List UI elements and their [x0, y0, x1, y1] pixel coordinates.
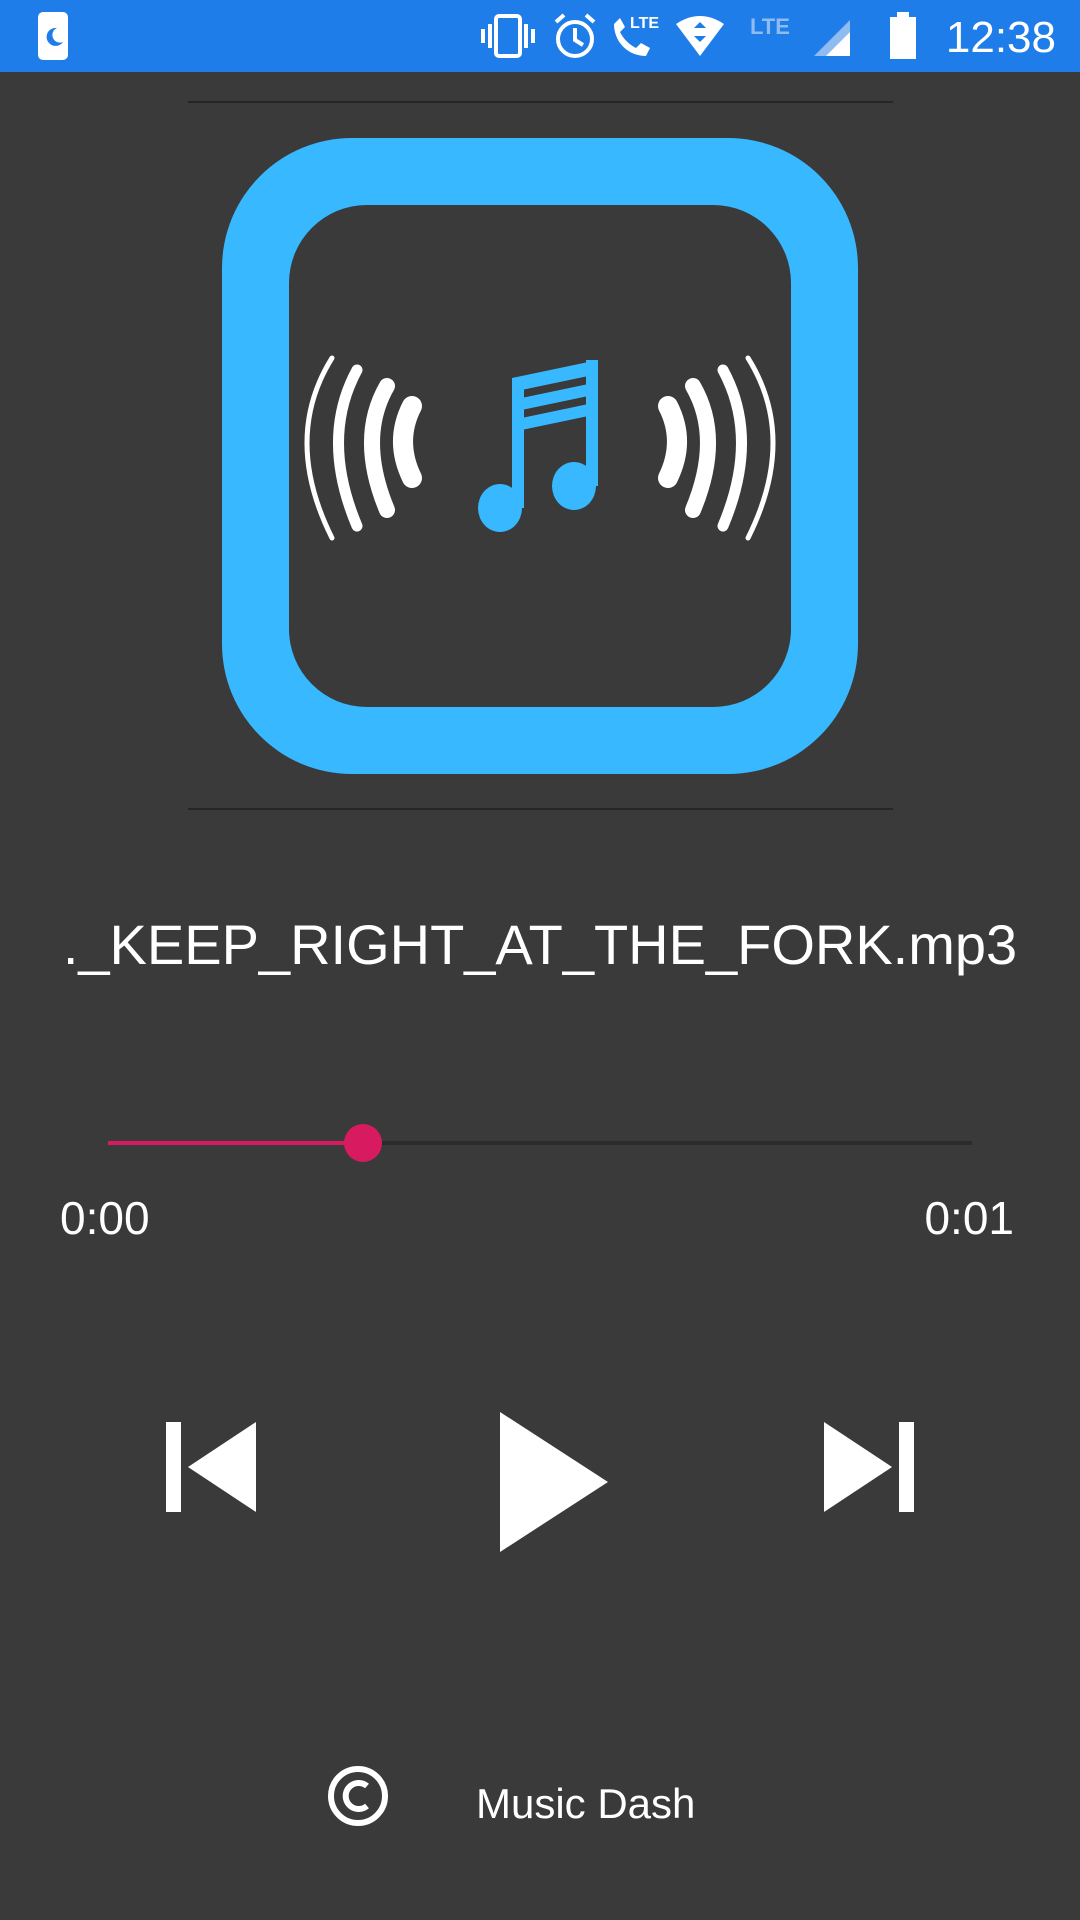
status-bar: LTE LTE 12:38: [0, 0, 1080, 72]
svg-text:LTE: LTE: [630, 15, 659, 32]
play-icon[interactable]: [498, 1410, 610, 1554]
wifi-icon: [676, 16, 724, 56]
track-title: ._KEEP_RIGHT_AT_THE_FORK.mp3: [62, 913, 1018, 976]
music-broadcast-logo-icon: [222, 138, 858, 774]
total-time: 0:01: [924, 1192, 1014, 1244]
album-art-top-divider: [188, 101, 893, 103]
seek-bar[interactable]: [108, 1124, 972, 1162]
seek-bar-thumb[interactable]: [343, 1124, 382, 1162]
album-art-bottom-divider: [188, 808, 893, 810]
moon-notification-icon: [38, 12, 68, 60]
lte-label-icon: LTE: [750, 14, 790, 39]
battery-icon: [890, 12, 916, 59]
skip-previous-icon[interactable]: [164, 1420, 258, 1514]
lte-call-icon: LTE: [614, 15, 659, 56]
seek-bar-progress: [108, 1141, 363, 1145]
music-player-screen: LTE LTE 12:38 ._KEEP_RIGHT_AT_THE_FORK.m…: [0, 0, 1080, 1920]
svg-text:LTE: LTE: [750, 14, 790, 39]
status-time: 12:38: [945, 13, 1056, 62]
vibrate-icon: [481, 14, 535, 58]
alarm-icon: [554, 13, 596, 58]
app-name-label: Music Dash: [476, 1780, 696, 1827]
copyright-icon: [328, 1766, 388, 1826]
elapsed-time: 0:00: [60, 1192, 150, 1244]
skip-next-icon[interactable]: [822, 1420, 916, 1514]
signal-icon: [814, 20, 850, 56]
